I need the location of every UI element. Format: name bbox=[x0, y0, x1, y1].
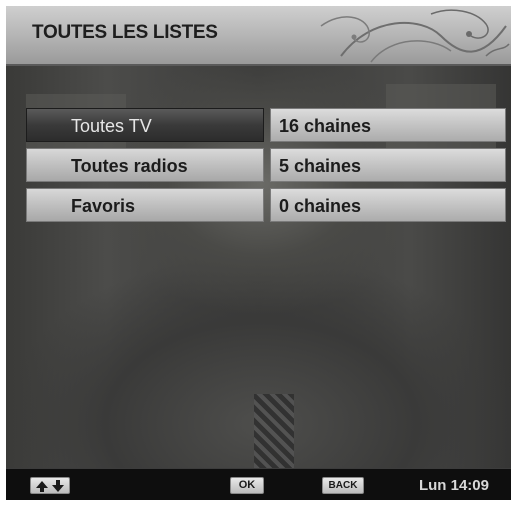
list-item-toutes-tv[interactable]: Toutes TV bbox=[26, 108, 264, 142]
up-down-arrows-icon[interactable] bbox=[30, 477, 70, 494]
page-title: TOUTES LES LISTES bbox=[32, 22, 218, 43]
clock: Lun 14:09 bbox=[418, 477, 489, 494]
channel-count: 5 chaines bbox=[279, 156, 362, 176]
footer-bar: OK BACK Lun 14:09 bbox=[6, 468, 511, 500]
swirl-ornament-icon bbox=[320, 9, 510, 63]
list-item-toutes-radios[interactable]: Toutes radios bbox=[26, 148, 264, 182]
ok-button[interactable]: OK bbox=[230, 477, 264, 494]
channel-count: 0 chaines bbox=[279, 196, 362, 216]
list-item-count: 16 chaines bbox=[270, 108, 506, 142]
header-bar: TOUTES LES LISTES bbox=[6, 6, 511, 66]
list-item-count: 5 chaines bbox=[270, 148, 506, 182]
arrows-glyph-icon bbox=[36, 480, 64, 492]
list-item-label: Toutes TV bbox=[71, 116, 152, 136]
list-item-label: Favoris bbox=[71, 196, 136, 216]
back-button[interactable]: BACK bbox=[322, 477, 364, 494]
list-item-favoris[interactable]: Favoris bbox=[26, 188, 264, 222]
list-item-label: Toutes radios bbox=[71, 156, 188, 176]
tv-screen: TOUTES LES LISTES Toutes TV 16 chaines T… bbox=[6, 6, 511, 500]
list-item-count: 0 chaines bbox=[270, 188, 506, 222]
channel-count: 16 chaines bbox=[279, 116, 372, 136]
